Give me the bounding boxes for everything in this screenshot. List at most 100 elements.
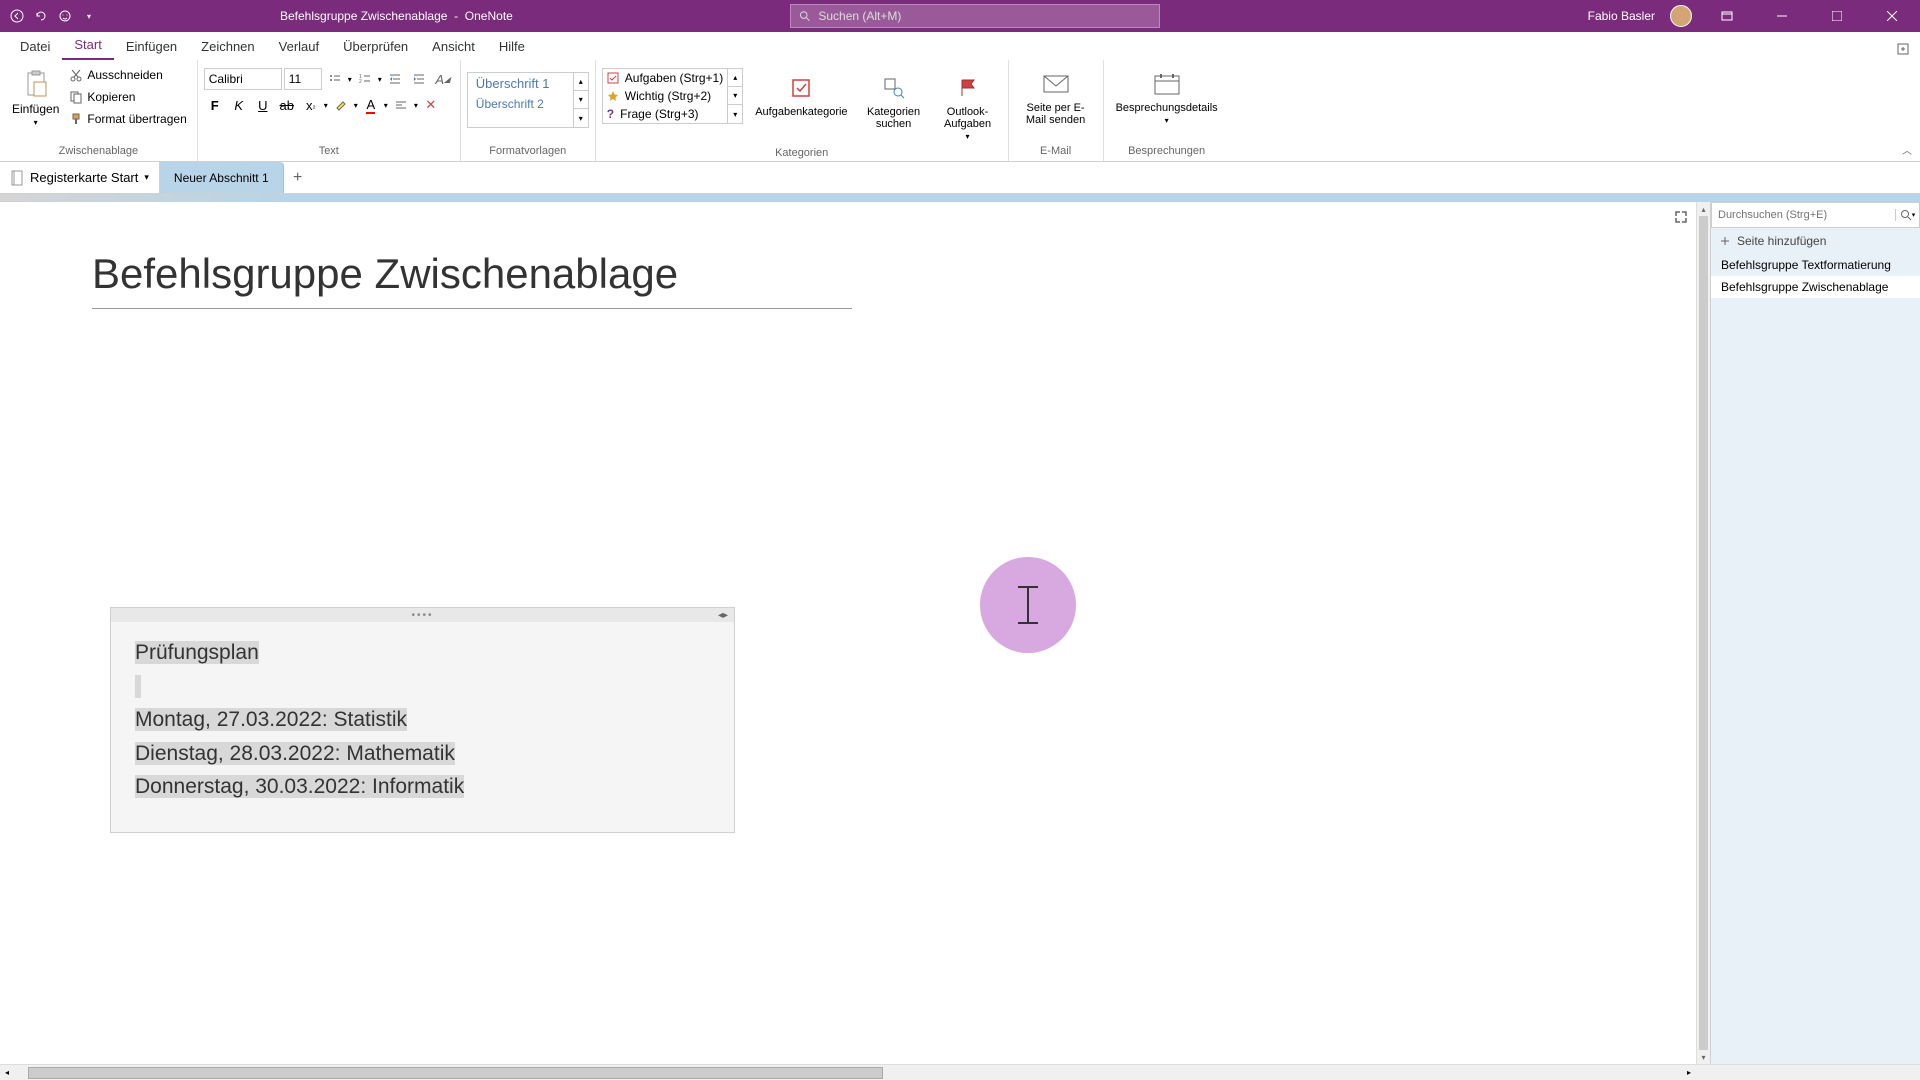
page-title[interactable]: Befehlsgruppe Zwischenablage	[92, 250, 852, 309]
expand-icon[interactable]	[1674, 210, 1688, 224]
font-name-select[interactable]	[204, 68, 282, 90]
tag-question[interactable]: ?Frage (Strg+3)	[603, 105, 727, 123]
tags-group-label: Kategorien	[602, 145, 1002, 161]
scroll-thumb[interactable]	[28, 1067, 883, 1079]
note-container[interactable]: •••• ◂▸ Prüfungsplan Montag, 27.03.2022:…	[110, 607, 735, 833]
subscript-button[interactable]: x₂	[300, 94, 322, 116]
scroll-right-icon[interactable]: ▸	[1682, 1065, 1696, 1080]
chevron-down-icon[interactable]: ▾	[384, 101, 388, 110]
numbering-button[interactable]: 12	[354, 68, 376, 90]
task-category-button[interactable]: Aufgabenkategorie	[749, 68, 853, 122]
style-heading1[interactable]: Überschrift 1	[468, 73, 573, 94]
tab-einfuegen[interactable]: Einfügen	[114, 33, 189, 60]
search-pages[interactable]: ▾	[1711, 202, 1920, 228]
find-tags-button[interactable]: Kategorien suchen	[860, 68, 928, 134]
search-pages-button[interactable]: ▾	[1895, 209, 1919, 221]
style-up-icon[interactable]: ▴	[574, 73, 588, 91]
add-page-button[interactable]: Seite hinzufügen	[1711, 228, 1920, 254]
outdent-button[interactable]	[384, 68, 406, 90]
bold-button[interactable]: F	[204, 94, 226, 116]
close-icon[interactable]	[1872, 0, 1912, 32]
chevron-down-icon: ▾	[34, 118, 38, 127]
tag-important[interactable]: Wichtig (Strg+2)	[603, 87, 727, 105]
collapse-ribbon-icon[interactable]: ︿	[1902, 142, 1912, 157]
search-pages-input[interactable]	[1712, 209, 1895, 221]
scroll-up-icon[interactable]: ▴	[1697, 202, 1710, 216]
tags-gallery[interactable]: Aufgaben (Strg+1) Wichtig (Strg+2) ?Frag…	[602, 68, 743, 124]
note-heading[interactable]: Prüfungsplan	[135, 641, 259, 664]
note-blank[interactable]	[135, 675, 141, 698]
calendar-icon	[1151, 68, 1183, 100]
note-drag-handle[interactable]: •••• ◂▸	[111, 608, 734, 622]
tag-more-icon[interactable]: ▾	[728, 105, 742, 123]
cut-button[interactable]: Ausschneiden	[65, 64, 190, 86]
scroll-left-icon[interactable]: ◂	[0, 1065, 14, 1080]
tab-verlauf[interactable]: Verlauf	[267, 33, 331, 60]
font-color-button[interactable]: A	[360, 94, 382, 116]
qat-dropdown-icon[interactable]: ▾	[82, 9, 96, 23]
touch-icon[interactable]	[58, 9, 72, 23]
tab-ansicht[interactable]: Ansicht	[420, 33, 487, 60]
bullets-button[interactable]	[324, 68, 346, 90]
delete-button[interactable]: ✕	[420, 94, 442, 116]
chevron-down-icon[interactable]: ▾	[354, 101, 358, 110]
style-heading2[interactable]: Überschrift 2	[468, 94, 573, 114]
back-icon[interactable]	[10, 9, 24, 23]
user-name[interactable]: Fabio Basler	[1588, 9, 1655, 23]
strikethrough-button[interactable]: ab	[276, 94, 298, 116]
share-icon[interactable]	[1886, 38, 1920, 60]
copy-button[interactable]: Kopieren	[65, 86, 190, 108]
italic-button[interactable]: K	[228, 94, 250, 116]
notebook-selector[interactable]: Registerkarte Start ▾	[0, 162, 160, 193]
outlook-tasks-button[interactable]: Outlook-Aufgaben ▾	[934, 68, 1002, 145]
paste-button[interactable]: Einfügen ▾	[6, 64, 65, 131]
note-line3[interactable]: Donnerstag, 30.03.2022: Informatik	[135, 775, 464, 798]
page-item-1[interactable]: Befehlsgruppe Textformatierung	[1711, 254, 1920, 276]
avatar[interactable]	[1670, 5, 1692, 27]
chevron-down-icon[interactable]: ▾	[348, 75, 352, 84]
minimize-icon[interactable]	[1762, 0, 1802, 32]
tab-datei[interactable]: Datei	[8, 33, 62, 60]
indent-button[interactable]	[408, 68, 430, 90]
tag-down-icon[interactable]: ▾	[728, 87, 742, 105]
add-section-button[interactable]: +	[284, 162, 312, 193]
section-tab[interactable]: Neuer Abschnitt 1	[160, 162, 284, 193]
tab-zeichnen[interactable]: Zeichnen	[189, 33, 266, 60]
maximize-icon[interactable]	[1817, 0, 1857, 32]
tab-start[interactable]: Start	[62, 31, 113, 60]
note-resize-icon[interactable]: ◂▸	[718, 610, 728, 621]
chevron-down-icon[interactable]: ▾	[324, 101, 328, 110]
note-line2[interactable]: Dienstag, 28.03.2022: Mathematik	[135, 742, 455, 765]
tab-ueberpruefen[interactable]: Überprüfen	[331, 33, 420, 60]
search-box[interactable]	[790, 4, 1160, 28]
meeting-details-button[interactable]: Besprechungsdetails ▾	[1110, 64, 1224, 129]
email-page-button[interactable]: Seite per E-Mail senden	[1015, 64, 1097, 130]
tab-hilfe[interactable]: Hilfe	[487, 33, 537, 60]
chevron-down-icon[interactable]: ▾	[414, 101, 418, 110]
page-item-2[interactable]: Befehlsgruppe Zwischenablage	[1711, 276, 1920, 298]
underline-button[interactable]: U	[252, 94, 274, 116]
styles-gallery[interactable]: Überschrift 1 Überschrift 2 ▴ ▾ ▾	[467, 72, 589, 128]
note-content[interactable]: Prüfungsplan Montag, 27.03.2022: Statist…	[111, 622, 734, 832]
canvas-scrollbar[interactable]: ▴ ▾	[1696, 202, 1710, 1064]
notebook-name: Registerkarte Start	[30, 170, 138, 185]
scroll-down-icon[interactable]: ▾	[1697, 1050, 1710, 1064]
ribbon-display-icon[interactable]	[1707, 0, 1747, 32]
undo-icon[interactable]	[34, 9, 48, 23]
align-button[interactable]	[390, 94, 412, 116]
tag-todo[interactable]: Aufgaben (Strg+1)	[603, 69, 727, 87]
note-line1[interactable]: Montag, 27.03.2022: Statistik	[135, 708, 407, 731]
search-input[interactable]	[818, 9, 1151, 23]
canvas[interactable]: Befehlsgruppe Zwischenablage •••• ◂▸ Prü…	[0, 202, 1696, 1064]
format-painter-button[interactable]: Format übertragen	[65, 108, 190, 130]
tag-up-icon[interactable]: ▴	[728, 69, 742, 87]
chevron-down-icon[interactable]: ▾	[378, 75, 382, 84]
highlight-button[interactable]	[330, 94, 352, 116]
style-down-icon[interactable]: ▾	[574, 91, 588, 109]
clear-format-button[interactable]: A◢	[432, 68, 454, 90]
scroll-track[interactable]	[14, 1065, 1682, 1080]
bottom-scrollbar[interactable]: ◂ ▸	[0, 1064, 1920, 1080]
font-size-select[interactable]	[284, 68, 322, 90]
copy-icon	[69, 90, 83, 104]
style-more-icon[interactable]: ▾	[574, 109, 588, 127]
